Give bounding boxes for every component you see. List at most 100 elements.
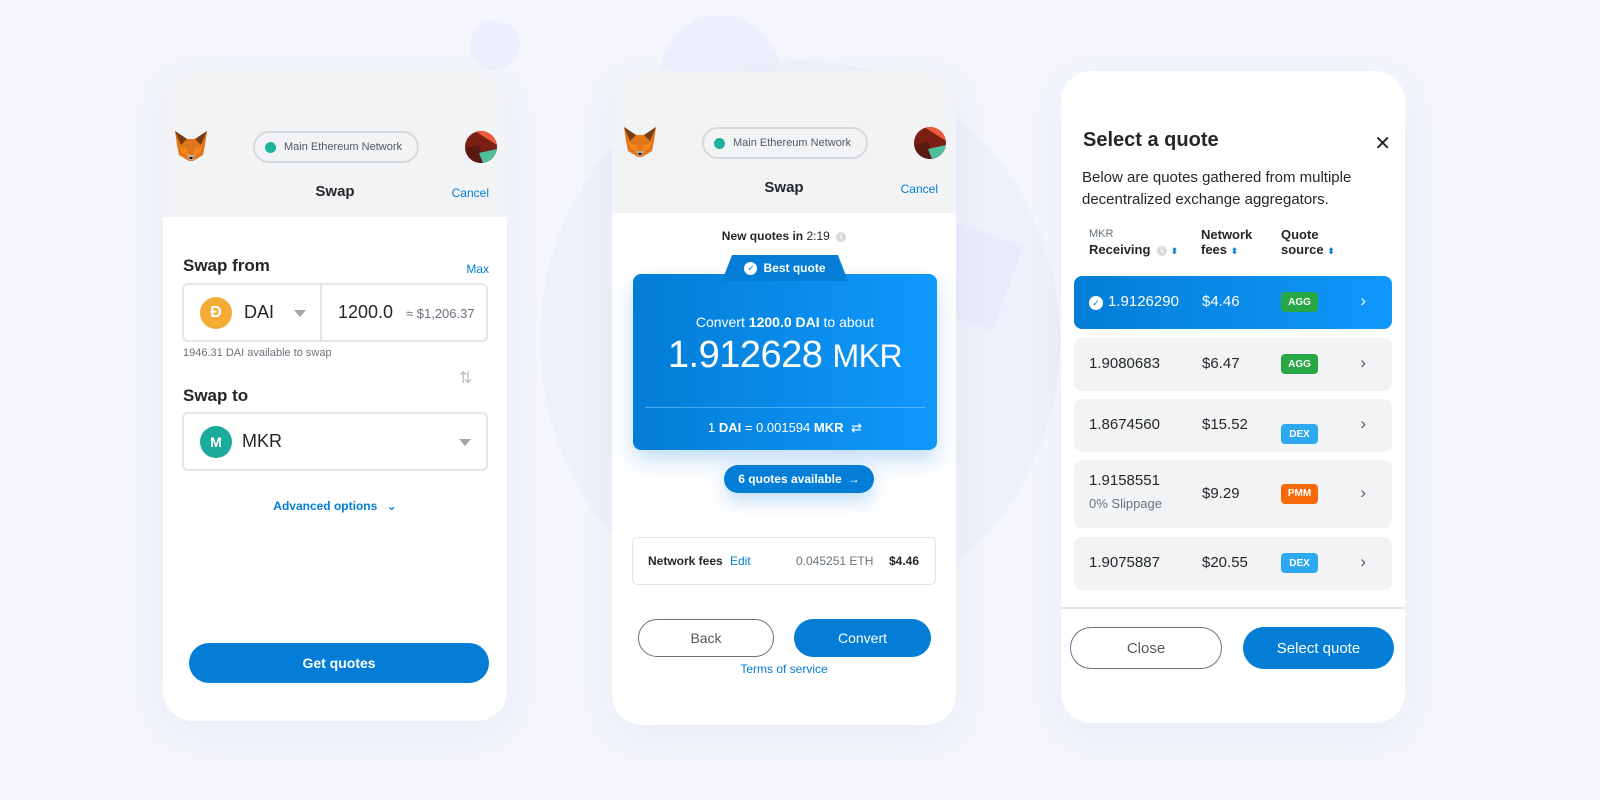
fees-label-line1: Network: [1201, 227, 1253, 242]
fees-eth: 0.045251 ETH: [796, 554, 874, 568]
network-fees-label: Network fees: [648, 554, 723, 568]
edit-fees-link[interactable]: Edit: [730, 554, 751, 568]
quote-amount: 1.9080683: [1089, 355, 1160, 372]
cancel-link[interactable]: Cancel: [901, 182, 938, 196]
chevron-down-icon: [459, 439, 471, 446]
swap-from-label: Swap from: [183, 256, 270, 275]
verified-badge-icon: ✓: [744, 261, 758, 275]
swap-to-label: Swap to: [183, 386, 249, 405]
modal-title: Select a quote: [1083, 129, 1219, 151]
select-quote-screen: Select a quote ✕ Below are quotes gather…: [1061, 71, 1405, 723]
column-receiving[interactable]: MKR Receiving i ⬍: [1089, 227, 1178, 259]
app-header: Main Ethereum Network Swap Cancel: [612, 71, 956, 213]
arrow-right-icon: →: [847, 472, 860, 486]
from-usd-value: ≈ $1,206.37: [406, 306, 475, 321]
best-quote-card: Convert 1200.0 DAI to about 1.912628 MKR…: [633, 274, 937, 450]
rate-to-token: MKR: [813, 420, 844, 435]
metamask-fox-icon: [624, 127, 656, 157]
fees-label-line2: fees: [1201, 242, 1228, 257]
modal-description: Below are quotes gathered from multiple …: [1082, 169, 1352, 208]
max-link[interactable]: Max: [466, 262, 489, 276]
column-quote-source[interactable]: Quote source ⬍: [1281, 227, 1335, 259]
quote-row[interactable]: 1.9080683 $6.47 AGG ›: [1074, 338, 1392, 391]
chevron-right-icon: ›: [1360, 353, 1366, 372]
quote-row[interactable]: ✓ 1.9126290 $4.46 AGG ›: [1074, 276, 1392, 329]
chevron-right-icon: ›: [1360, 414, 1366, 433]
account-avatar[interactable]: [914, 127, 946, 159]
quote-fee: $15.52: [1202, 416, 1248, 433]
quote-row[interactable]: 1.9075887 $20.55 DEX ›: [1074, 537, 1392, 590]
terms-of-service-link[interactable]: Terms of service: [612, 662, 956, 676]
advanced-options-toggle[interactable]: Advanced options ⌄: [163, 499, 507, 513]
to-token-symbol: MKR: [242, 431, 282, 451]
quote-fee: $6.47: [1202, 355, 1240, 372]
chevron-down-icon: [294, 310, 306, 317]
app-header: Main Ethereum Network Swap Cancel: [163, 71, 507, 217]
quote-review-screen: Main Ethereum Network Swap Cancel New qu…: [612, 71, 956, 725]
exchange-rate: 1 DAI = 0.001594 MKR ⇄: [633, 420, 937, 436]
quote-row[interactable]: 1.9158551 0% Slippage $9.29 PMM ›: [1074, 460, 1392, 528]
receive-value: 1.912628: [667, 334, 823, 376]
quote-refresh-timer: New quotes in 2:19 i: [612, 229, 956, 243]
chevron-right-icon: ›: [1360, 482, 1366, 502]
advanced-options-label: Advanced options: [273, 499, 378, 513]
background-blob: [470, 20, 520, 70]
quotes-available-button[interactable]: 6 quotes available →: [724, 465, 874, 493]
close-icon[interactable]: ✕: [1374, 131, 1391, 156]
cancel-link[interactable]: Cancel: [452, 186, 489, 200]
select-quote-button[interactable]: Select quote: [1243, 627, 1394, 669]
receive-amount: 1.912628 MKR: [633, 334, 937, 377]
swap-form-screen: Main Ethereum Network Swap Cancel Swap f…: [163, 71, 507, 721]
source-label-line2: source: [1281, 242, 1324, 257]
network-name: Main Ethereum Network: [284, 141, 402, 153]
receive-unit: MKR: [832, 338, 903, 374]
swap-from-field: Ð DAI 1200.0 ≈ $1,206.37: [182, 283, 488, 342]
info-icon[interactable]: i: [1157, 245, 1168, 256]
convert-button[interactable]: Convert: [794, 619, 931, 657]
rate-value: = 0.001594: [744, 420, 811, 435]
quote-fee: $4.46: [1202, 293, 1240, 310]
rate-from-token: DAI: [718, 420, 742, 435]
from-amount-input[interactable]: 1200.0: [338, 302, 393, 323]
get-quotes-button[interactable]: Get quotes: [189, 643, 489, 683]
account-avatar[interactable]: [465, 131, 497, 163]
sort-icon[interactable]: ⬍: [1171, 246, 1179, 256]
convert-prefix: Convert: [695, 314, 745, 330]
info-icon[interactable]: i: [836, 231, 847, 242]
divider: [645, 407, 925, 408]
refresh-rate-icon[interactable]: ⇄: [851, 420, 862, 435]
quote-source-badge: AGG: [1281, 354, 1318, 374]
convert-amount: 1200.0 DAI: [748, 314, 820, 330]
fees-usd: $4.46: [889, 554, 920, 568]
slippage-note: 0% Slippage: [1089, 496, 1162, 511]
back-button[interactable]: Back: [638, 619, 774, 657]
chevron-down-icon: ⌄: [386, 499, 397, 513]
mkr-token-icon: M: [200, 426, 232, 458]
to-token-selector[interactable]: M MKR: [182, 412, 488, 471]
network-name: Main Ethereum Network: [733, 137, 851, 149]
network-status-dot: [714, 137, 725, 149]
network-selector[interactable]: Main Ethereum Network: [702, 127, 868, 159]
sort-icon[interactable]: ⬍: [1327, 246, 1335, 256]
chevron-right-icon: ›: [1360, 552, 1366, 571]
swap-direction-icon[interactable]: ⇅: [459, 368, 472, 388]
source-label-line1: Quote: [1281, 227, 1319, 242]
best-quote-tab: ✓ Best quote: [722, 255, 848, 281]
receiving-label: Receiving: [1089, 242, 1151, 257]
sort-icon[interactable]: ⬍: [1231, 246, 1239, 256]
quote-row[interactable]: 1.8674560 $15.52 DEX ›: [1074, 399, 1392, 452]
convert-summary: Convert 1200.0 DAI to about: [633, 314, 937, 330]
quote-amount: 1.9075887: [1089, 554, 1160, 571]
quote-amount: 1.8674560: [1089, 416, 1160, 433]
column-network-fees[interactable]: Network fees ⬍: [1201, 227, 1252, 259]
from-token-selector[interactable]: Ð DAI: [184, 285, 322, 340]
from-token-symbol: DAI: [244, 302, 275, 322]
quotes-available-label: 6 quotes available: [738, 472, 842, 486]
verified-badge-icon: ✓: [1089, 296, 1103, 310]
chevron-right-icon: ›: [1360, 291, 1366, 310]
quote-fee: $20.55: [1202, 554, 1248, 571]
receiving-unit: MKR: [1089, 228, 1114, 240]
quote-amount: 1.9126290: [1108, 293, 1179, 310]
network-selector[interactable]: Main Ethereum Network: [253, 131, 419, 163]
close-button[interactable]: Close: [1070, 627, 1222, 669]
